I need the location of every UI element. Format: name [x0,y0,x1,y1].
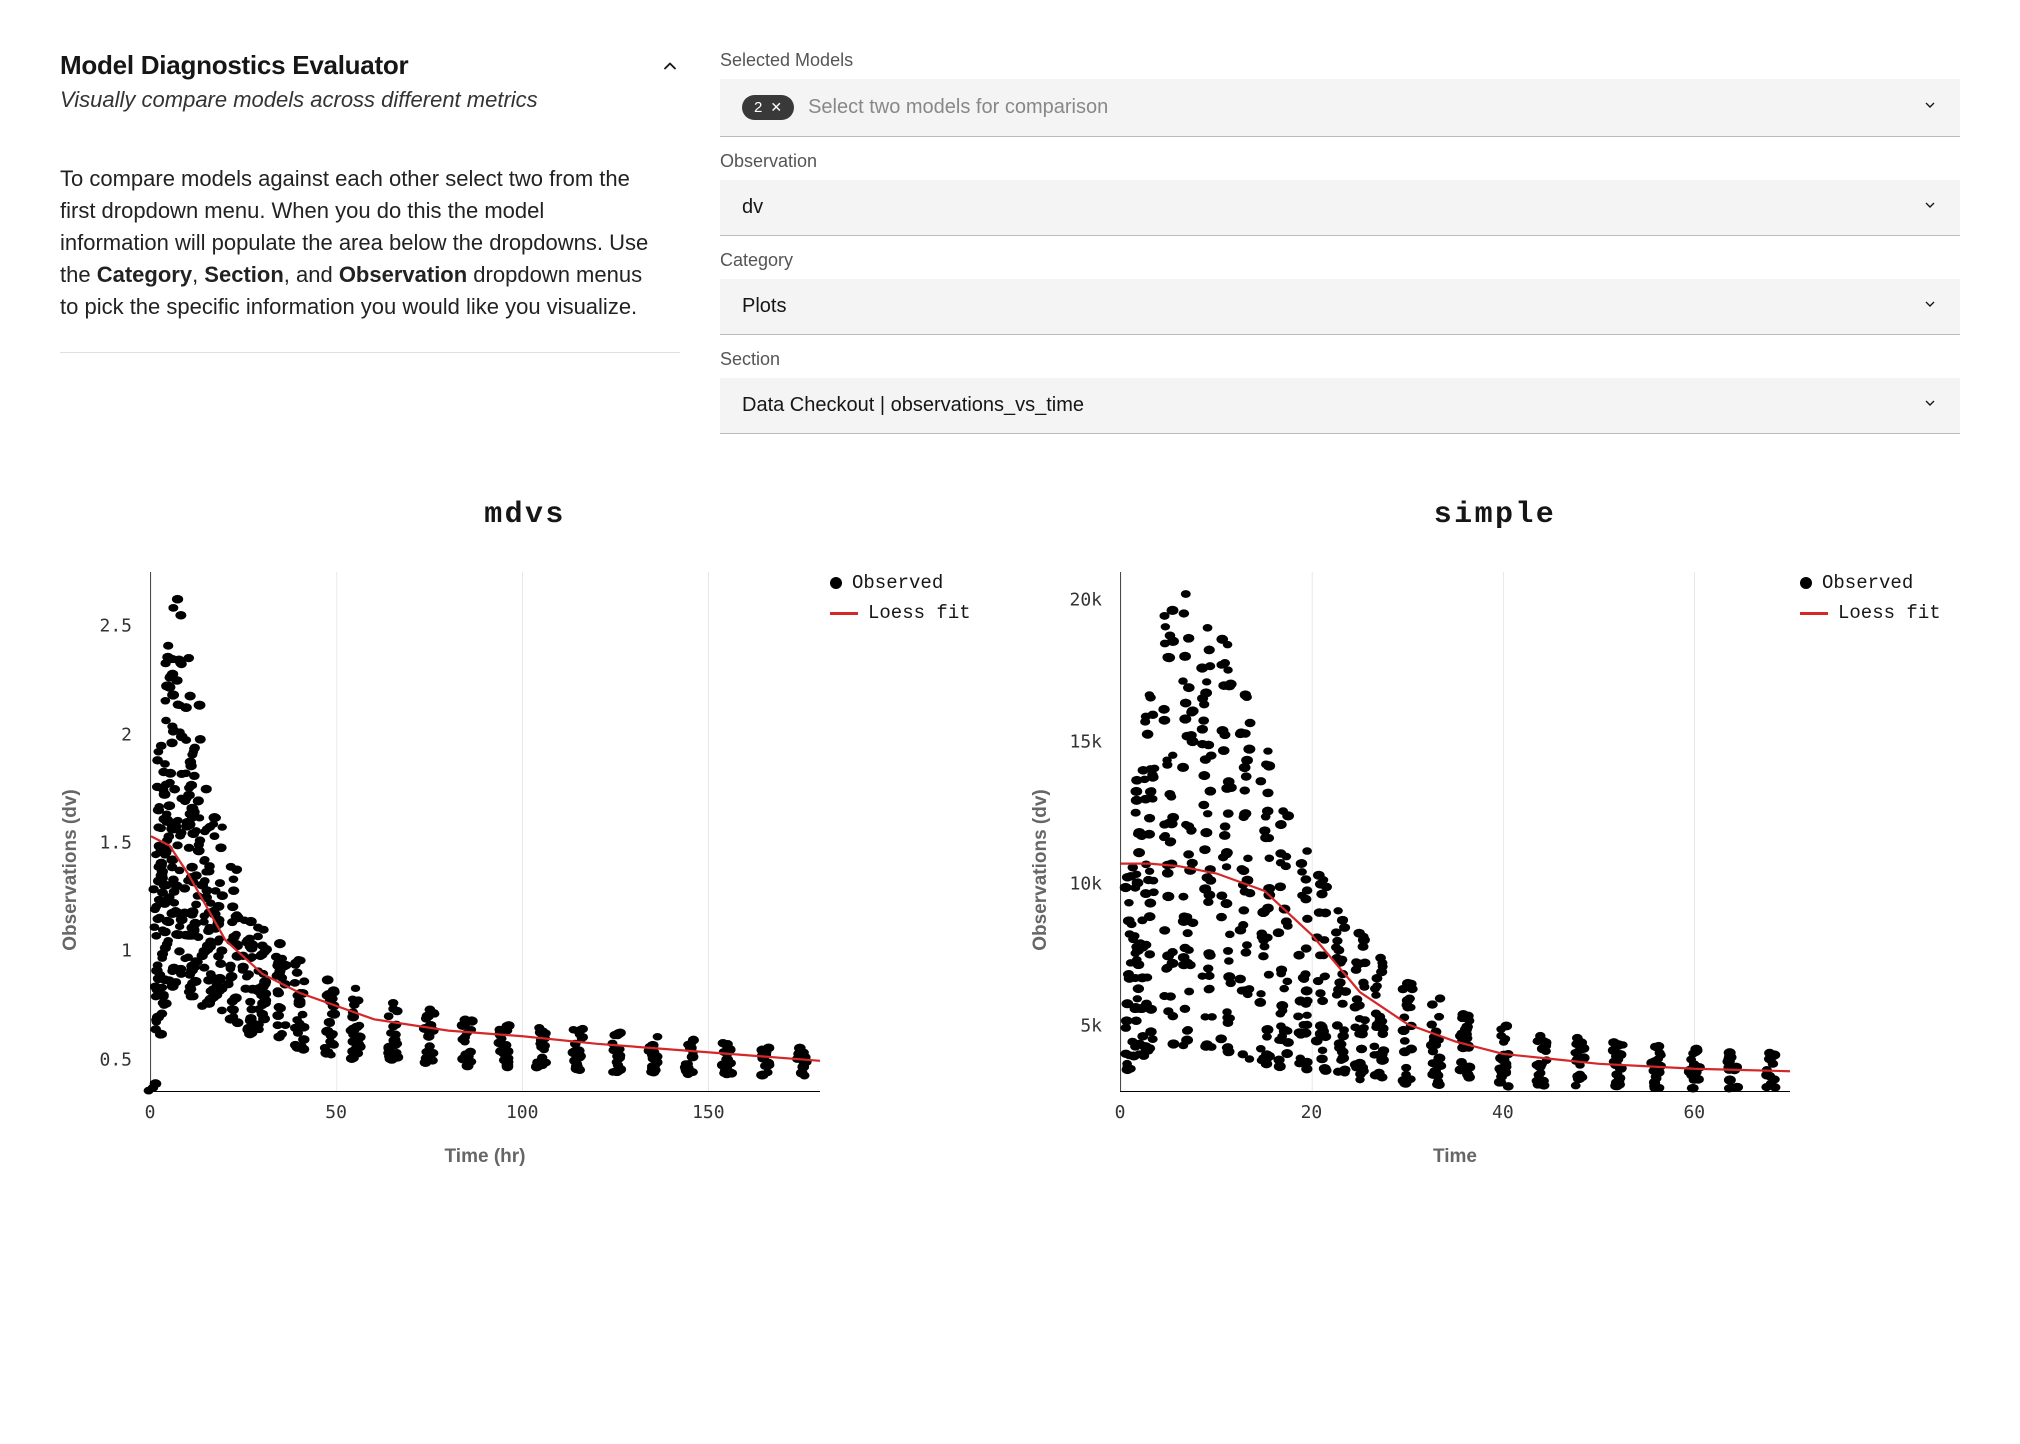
legend-loess: Loess fit [1800,602,1960,624]
panel-title: Model Diagnostics Evaluator [60,50,538,81]
x-tick: 60 [1683,1102,1705,1123]
plot-area [1120,572,1790,1092]
x-axis-label: Time [1120,1146,1790,1168]
category-label: Category [720,250,1960,271]
y-tick: 2.5 [99,616,132,637]
x-tick: 40 [1492,1102,1514,1123]
x-tick: 150 [692,1102,725,1123]
divider [60,352,680,353]
y-tick: 1.5 [99,832,132,853]
chevron-down-icon [1922,197,1938,218]
section-label: Section [720,349,1960,370]
dot-icon [1800,577,1812,589]
selected-models-label: Selected Models [720,50,1960,71]
legend-observed: Observed [1800,572,1960,594]
collapse-toggle[interactable] [660,56,680,82]
plot-area [150,572,820,1092]
chart-title: simple [1030,498,1960,532]
y-axis-label: Observations (dv) [60,789,82,951]
y-tick: 5k [1080,1016,1102,1037]
y-tick: 20k [1069,590,1102,611]
chart-title: mdvs [60,498,990,532]
y-tick: 1 [121,941,132,962]
x-axis-label: Time (hr) [150,1146,820,1168]
panel-subtitle: Visually compare models across different… [60,87,538,113]
legend: Observed Loess fit [830,572,990,1168]
x-axis: 050100150 [150,1102,820,1126]
legend-observed: Observed [830,572,990,594]
x-tick: 0 [145,1102,156,1123]
selection-count-chip[interactable]: 2 ✕ [742,95,794,120]
observation-dropdown[interactable]: dv [720,180,1960,236]
y-tick: 2 [121,724,132,745]
y-axis: 0.5 1 1.5 2 2.5 [92,572,140,1168]
panel-description: To compare models against each other sel… [60,163,650,322]
observation-label: Observation [720,151,1960,172]
chevron-up-icon [660,56,680,76]
legend: Observed Loess fit [1800,572,1960,1168]
clear-selection-icon[interactable]: ✕ [770,99,782,116]
chart-simple: simple Observations (dv) 5k 10k 15k 20k 0 20 40 6… [1030,488,1960,1168]
y-axis: 5k 10k 15k 20k [1062,572,1110,1168]
selected-models-dropdown[interactable]: 2 ✕ Select two models for comparison [720,79,1960,137]
y-tick: 0.5 [99,1049,132,1070]
x-tick: 100 [506,1102,539,1123]
legend-loess: Loess fit [830,602,990,624]
controls-panel: Selected Models 2 ✕ Select two models fo… [720,50,1960,448]
x-tick: 0 [1115,1102,1126,1123]
chevron-down-icon [1922,296,1938,317]
chevron-down-icon [1922,97,1938,118]
info-panel: Model Diagnostics Evaluator Visually com… [60,50,680,361]
section-dropdown[interactable]: Data Checkout | observations_vs_time [720,378,1960,434]
category-dropdown[interactable]: Plots [720,279,1960,335]
dot-icon [830,577,842,589]
x-axis: 0204060 [1120,1102,1790,1126]
charts-container: mdvs Observations (dv) 0.5 1 1.5 2 2.5 0 50 100 15… [60,488,1960,1168]
x-tick: 50 [325,1102,347,1123]
y-tick: 15k [1069,732,1102,753]
line-icon [1800,612,1828,615]
y-axis-label: Observations (dv) [1030,789,1052,951]
line-icon [830,612,858,615]
x-tick: 20 [1301,1102,1323,1123]
y-tick: 10k [1069,874,1102,895]
chevron-down-icon [1922,395,1938,416]
chart-mdvs: mdvs Observations (dv) 0.5 1 1.5 2 2.5 0 50 100 15… [60,488,990,1168]
